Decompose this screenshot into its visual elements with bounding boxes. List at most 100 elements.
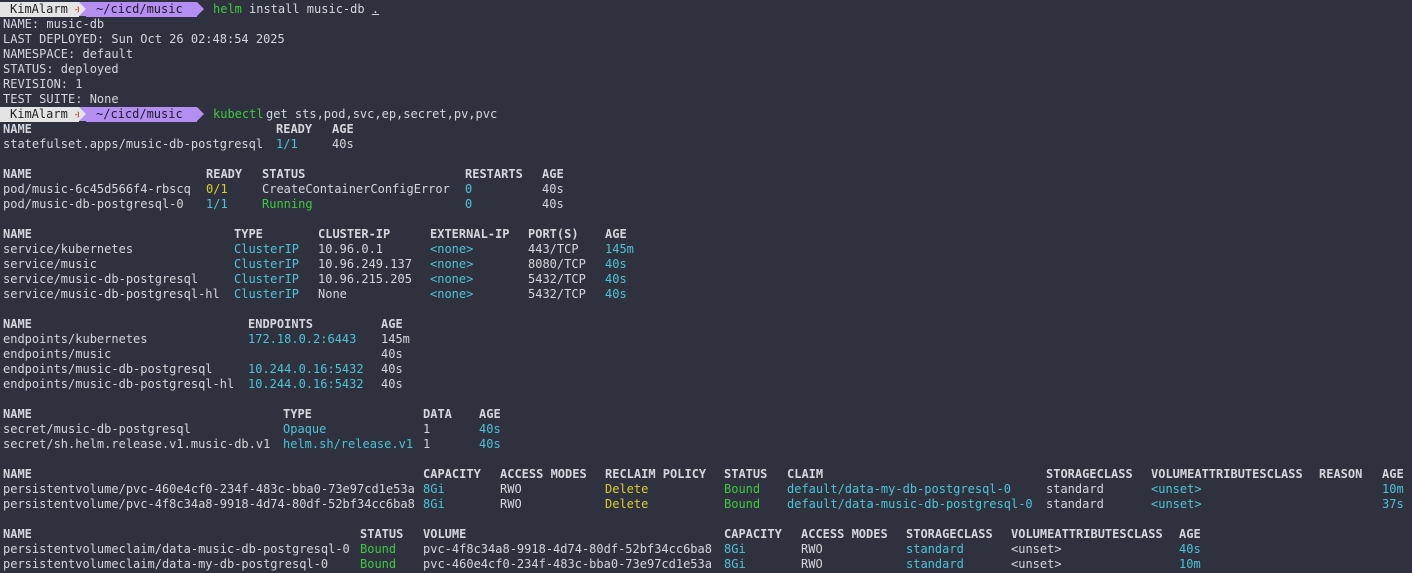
- ep-cell: endpoints/music-db-postgresql: [3, 362, 213, 376]
- svc-cell: ClusterIP: [234, 272, 300, 286]
- secret-cell: 1: [423, 437, 431, 451]
- svc-cell: ClusterIP: [234, 257, 300, 271]
- ep-cell: endpoints/music-db-postgresql-hl: [3, 377, 235, 391]
- ep-cell: endpoints/kubernetes: [3, 332, 148, 346]
- pods-col-header: STATUS: [262, 167, 306, 181]
- pvc-cell: 8Gi: [724, 542, 746, 556]
- svc-cell: 10.96.249.137: [318, 257, 412, 271]
- pv-cell: Delete: [605, 482, 649, 496]
- svc-col-header: NAME: [3, 227, 32, 241]
- pvc-col-header: STATUS: [360, 527, 404, 541]
- pvc-cell: Bound: [360, 557, 397, 571]
- pv-cell: default/data-music-db-postgresql-0: [787, 497, 1033, 511]
- ep-cell: 172.18.0.2:6443: [248, 332, 357, 346]
- svc-cell: 40s: [605, 257, 627, 271]
- pods-cell: CreateContainerConfigError: [262, 182, 450, 196]
- pods-col-header: READY: [206, 167, 243, 181]
- svc-cell: ClusterIP: [234, 287, 300, 301]
- prompt-command: kubectl: [213, 107, 264, 121]
- pv-col-header: NAME: [3, 467, 32, 481]
- svc-cell: ClusterIP: [234, 242, 300, 256]
- pods-cell: 1/1: [206, 197, 228, 211]
- pvc-cell: pvc-460e4cf0-234f-483c-bba0-73e97cd1e53a: [423, 557, 712, 571]
- svc-col-header: PORT(S): [528, 227, 579, 241]
- pvc-cell: 8Gi: [724, 557, 746, 571]
- secret-cell: helm.sh/release.v1: [283, 437, 414, 451]
- secret-col-header: DATA: [423, 407, 452, 421]
- pvc-col-header: VOLUMEATTRIBUTESCLASS: [1011, 527, 1163, 541]
- svc-cell: 145m: [605, 242, 634, 256]
- pods-cell: Running: [262, 197, 313, 211]
- ep-cell: endpoints/music: [3, 347, 112, 361]
- svc-cell: 443/TCP: [528, 242, 579, 256]
- pods-cell: 0/1: [206, 182, 228, 196]
- pv-cell: 8Gi: [423, 482, 445, 496]
- pv-cell: 10m: [1382, 482, 1404, 496]
- secret-cell: secret/sh.helm.release.v1.music-db.v1: [3, 437, 271, 451]
- prompt-path: ~/cicd/music: [86, 2, 197, 17]
- pv-col-header: VOLUMEATTRIBUTESCLASS: [1151, 467, 1303, 481]
- pv-cell: Delete: [605, 497, 649, 511]
- pvc-cell: 40s: [1179, 542, 1201, 556]
- pv-cell: standard: [1046, 497, 1104, 511]
- secret-cell: 40s: [479, 422, 501, 436]
- pods-col-header: NAME: [3, 167, 32, 181]
- pvc-col-header: STORAGECLASS: [906, 527, 993, 541]
- helm-output-text: TEST SUITE: None: [3, 92, 119, 106]
- pvc-cell: pvc-4f8c34a8-9918-4d74-80df-52bf34cc6ba8: [423, 542, 712, 556]
- helm-output-text: LAST DEPLOYED: Sun Oct 26 02:48:54 2025: [3, 32, 285, 46]
- svc-cell: service/music-db-postgresql-hl: [3, 287, 220, 301]
- pvc-cell: <unset>: [1011, 557, 1062, 571]
- pv-col-header: STATUS: [724, 467, 768, 481]
- pvc-cell: <unset>: [1011, 542, 1062, 556]
- helm-output-text: STATUS: deployed: [3, 62, 119, 76]
- ep-col-header: NAME: [3, 317, 32, 331]
- pvc-col-header: ACCESS MODES: [801, 527, 888, 541]
- secret-col-header: TYPE: [283, 407, 312, 421]
- prompt-path: ~/cicd/music: [86, 107, 197, 122]
- pv-cell: 37s: [1382, 497, 1404, 511]
- pv-col-header: CLAIM: [787, 467, 824, 481]
- prompt-end-arrow: [197, 2, 204, 16]
- pvc-cell: Bound: [360, 542, 397, 556]
- svc-cell: <none>: [430, 287, 474, 301]
- prompt-username: KimAlarm: [10, 2, 68, 16]
- svc-col-header: AGE: [605, 227, 627, 241]
- svc-col-header: TYPE: [234, 227, 263, 241]
- pvc-col-header: VOLUME: [423, 527, 467, 541]
- prompt-command: helm: [213, 2, 242, 16]
- pv-cell: persistentvolume/pvc-460e4cf0-234f-483c-…: [3, 482, 415, 496]
- sts-cell: 40s: [332, 137, 354, 151]
- ep-cell: 10.244.0.16:5432: [248, 362, 364, 376]
- ep-cell: 10.244.0.16:5432: [248, 377, 364, 391]
- svc-cell: service/music: [3, 257, 97, 271]
- secret-cell: 40s: [479, 437, 501, 451]
- svc-cell: 8080/TCP: [528, 257, 586, 271]
- svc-cell: 5432/TCP: [528, 287, 586, 301]
- pvc-cell: persistentvolumeclaim/data-my-db-postgre…: [3, 557, 329, 571]
- prompt-line[interactable]: KimAlarm ✈ ~/cicd/music helm install music-…: [0, 2, 1412, 17]
- pv-cell: persistentvolume/pvc-4f8c34a8-9918-4d74-…: [3, 497, 415, 511]
- secret-col-header: NAME: [3, 407, 32, 421]
- pv-cell: default/data-my-db-postgresql-0: [787, 482, 1011, 496]
- svc-col-header: EXTERNAL-IP: [430, 227, 510, 241]
- pods-cell: 40s: [542, 182, 564, 196]
- prompt-line[interactable]: KimAlarm ✈ ~/cicd/music kubectl get sts,pod…: [0, 107, 1412, 122]
- pvc-cell: RWO: [801, 542, 823, 556]
- svc-cell: service/music-db-postgresql: [3, 272, 199, 286]
- helm-output-text: REVISION: 1: [3, 77, 83, 91]
- pvc-cell: standard: [906, 557, 964, 571]
- secret-cell: Opaque: [283, 422, 327, 436]
- ep-cell: 40s: [381, 362, 403, 376]
- pv-cell: standard: [1046, 482, 1104, 496]
- terminal-window[interactable]: KimAlarm ✈ ~/cicd/music helm install music-…: [0, 0, 1412, 573]
- svc-cell: 10.96.0.1: [318, 242, 384, 256]
- svc-cell: 10.96.215.205: [318, 272, 412, 286]
- svc-cell: <none>: [430, 242, 474, 256]
- secret-col-header: AGE: [479, 407, 501, 421]
- pods-cell: 0: [465, 182, 473, 196]
- pv-cell: RWO: [500, 497, 522, 511]
- prompt-user: KimAlarm ✈: [0, 2, 82, 17]
- pv-cell: Bound: [724, 497, 761, 511]
- svc-cell: <none>: [430, 257, 474, 271]
